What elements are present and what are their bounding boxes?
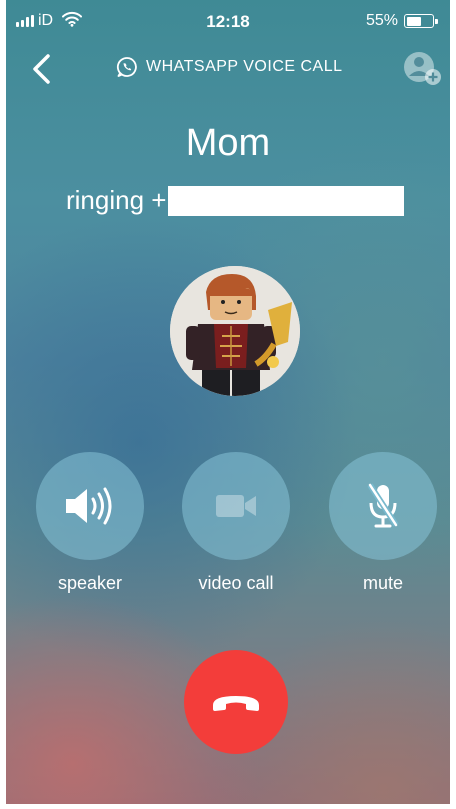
hang-up-icon [213,696,259,711]
header-title: WHATSAPP VOICE CALL [146,58,343,75]
speaker-button[interactable] [36,452,144,560]
call-screen: iD 12:18 55% WHATSAPP VOICE CALL Mom rin… [6,0,450,804]
status-bar: iD 12:18 55% [6,0,450,40]
speaker-icon [66,487,112,525]
video-camera-icon [216,495,256,517]
mute-button[interactable] [329,452,437,560]
call-status-text: ringing + [66,185,167,215]
video-call-label: video call [198,573,274,593]
battery-percentage: 55% [365,12,398,29]
end-call-button[interactable] [184,650,288,754]
contact-avatar [170,266,300,396]
battery-icon [404,14,438,28]
speaker-label: speaker [57,573,123,593]
whatsapp-icon [116,57,137,77]
back-button[interactable] [28,52,58,86]
add-participant-button[interactable] [402,50,444,88]
chevron-left-icon [33,54,50,84]
contact-photo [170,266,300,396]
microphone-off-icon [367,483,399,528]
redacted-phone-number [168,185,405,216]
call-status: ringing + [66,185,405,216]
call-type-header: WHATSAPP VOICE CALL [116,56,343,78]
video-call-button[interactable] [182,452,290,560]
mute-label: mute [362,573,404,593]
add-person-icon [404,52,441,85]
contact-name: Mom [185,122,271,164]
